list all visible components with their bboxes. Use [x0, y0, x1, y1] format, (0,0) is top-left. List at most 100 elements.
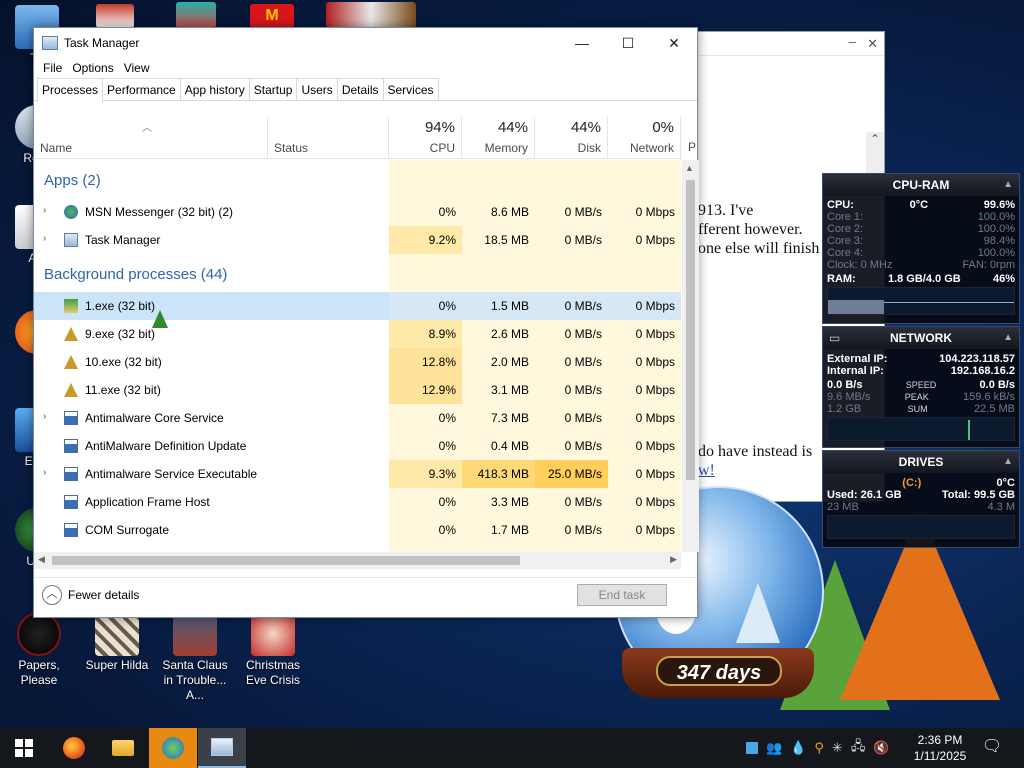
process-row[interactable]: Application Frame Host 0% 3.3 MB 0 MB/s … [34, 488, 681, 516]
drive-temp: 0°C [996, 477, 1015, 489]
column-disk[interactable]: 44% Disk [535, 117, 608, 159]
background-link[interactable]: w! [698, 462, 715, 480]
minimize-icon[interactable]: – [849, 34, 856, 49]
close-button[interactable]: ✕ [651, 28, 697, 58]
horizontal-scrollbar[interactable]: ◀ ▶ [34, 552, 681, 569]
vertical-scroll-thumb[interactable] [686, 180, 695, 480]
end-task-button[interactable]: End task [577, 584, 667, 606]
caret-up-icon[interactable]: ▲ [1003, 174, 1013, 196]
process-cpu: 0% [438, 495, 456, 509]
menu-options[interactable]: Options [67, 58, 118, 78]
process-row[interactable]: › Task Manager 9.2% 18.5 MB 0 MB/s 0 Mbp… [34, 226, 681, 254]
tab-services[interactable]: Services [382, 78, 439, 100]
network-gadget[interactable]: ▭ NETWORK ▲ External IP: 104.223.118.57 Int… [822, 326, 1020, 448]
expand-chevron-icon[interactable]: › [43, 205, 53, 216]
core-percent: 100.0% [977, 211, 1015, 223]
desktop-icon-super-hilda[interactable]: Super Hilda [80, 612, 154, 673]
ram-graph [827, 287, 1015, 315]
tab-details[interactable]: Details [336, 78, 384, 100]
desktop-icon-top-4[interactable] [326, 2, 416, 28]
process-row[interactable]: › MSN Messenger (32 bit) (2) 0% 8.6 MB 0… [34, 198, 681, 226]
vertical-scrollbar[interactable]: ▲ [682, 160, 699, 552]
snowflake-icon[interactable]: ✳ [832, 740, 843, 756]
column-name[interactable]: Name [34, 117, 268, 159]
taskbar-msn-messenger[interactable] [149, 728, 197, 768]
column-memory[interactable]: 44% Memory [462, 117, 535, 159]
caret-up-icon[interactable]: ▲ [1003, 327, 1013, 349]
horizontal-scroll-thumb[interactable] [52, 556, 520, 565]
start-button[interactable] [0, 728, 48, 768]
task-manager-titlebar[interactable]: Task Manager — ☐ ✕ [34, 28, 697, 58]
menu-bar: File Options View [34, 58, 697, 78]
process-list: Apps (2) › MSN Messenger (32 bit) (2) 0%… [34, 160, 681, 552]
taskbar-clock[interactable]: 2:36 PM 1/11/2025 [904, 732, 976, 764]
column-network[interactable]: 0% Network [608, 117, 681, 159]
process-network: 0 Mbps [635, 355, 675, 369]
tab-performance[interactable]: Performance [102, 78, 181, 100]
notification-center-icon[interactable]: 🗨 [980, 736, 1004, 760]
clock-time: 2:36 PM [917, 733, 963, 747]
drives-gadget[interactable]: DRIVES ▲ (C:) 0°C Used: 26.1 GB Total: 99.5… [822, 450, 1020, 548]
maximize-button[interactable]: ☐ [605, 28, 651, 58]
expand-chevron-icon[interactable]: › [43, 411, 53, 422]
process-row[interactable]: COM Surrogate 0% 1.7 MB 0 MB/s 0 Mbps [34, 516, 681, 544]
task-manager-window[interactable]: Task Manager — ☐ ✕ File Options View Pro… [33, 27, 699, 618]
menu-view[interactable]: View [119, 58, 155, 78]
search-tray-icon[interactable]: ⚲ [814, 740, 824, 756]
process-row[interactable]: › Antimalware Service Executable 9.3% 41… [34, 460, 681, 488]
scroll-right-arrow-icon[interactable]: ▶ [670, 554, 677, 565]
tab-app-history[interactable]: App history [179, 78, 250, 100]
process-row[interactable]: › Antimalware Core Service 0% 7.3 MB 0 M… [34, 404, 681, 432]
tab-users[interactable]: Users [296, 78, 338, 100]
gadget-title: CPU-RAM [892, 178, 950, 192]
taskbar-file-explorer[interactable] [99, 728, 147, 768]
expand-chevron-icon[interactable]: › [43, 233, 53, 244]
process-row[interactable]: AntiMalware Definition Update 0% 0.4 MB … [34, 432, 681, 460]
drop-icon[interactable]: 💧 [790, 740, 806, 756]
cpu-total-percent: 94% [424, 119, 455, 136]
app-tray-icon[interactable] [746, 742, 758, 754]
chevron-up-icon[interactable]: ︿ [42, 585, 62, 605]
volume-muted-icon[interactable]: 🔇 [873, 740, 889, 756]
network-icon[interactable]: 🖧 [851, 737, 866, 759]
caret-up-icon[interactable]: ▲ [1003, 451, 1013, 473]
desktop-icon-top-3[interactable]: M [250, 4, 294, 28]
taskbar-task-manager[interactable] [198, 728, 246, 768]
desktop-icon-papers-please[interactable]: Papers, Please [2, 612, 76, 688]
process-row[interactable]: 9.exe (32 bit) 8.9% 2.6 MB 0 MB/s 0 Mbps [34, 320, 681, 348]
people-icon[interactable]: 👥 [766, 740, 782, 756]
peak-down: 9.6 MB/s [827, 391, 871, 403]
expand-chevron-icon[interactable]: › [43, 467, 53, 478]
close-icon[interactable]: ✕ [867, 36, 878, 52]
scroll-left-arrow-icon[interactable]: ◀ [38, 554, 45, 565]
network-total-percent: 0% [652, 119, 674, 136]
desktop-icon-santa-claus[interactable]: Santa Claus in Trouble... A... [158, 612, 232, 703]
taskbar-firefox[interactable] [50, 728, 98, 768]
taskbar: 👥 💧 ⚲ ✳ 🖧 🔇 2:36 PM 1/11/2025 🗨 [0, 728, 1024, 768]
minimize-icon: — [575, 35, 589, 51]
tab-processes[interactable]: Processes [37, 78, 104, 102]
process-row[interactable]: 11.exe (32 bit) 12.9% 3.1 MB 0 MB/s 0 Mb… [34, 376, 681, 404]
menu-file[interactable]: File [38, 58, 67, 78]
pine-tree-icon [736, 583, 780, 643]
minimize-button[interactable]: — [559, 28, 605, 58]
column-cpu[interactable]: 94% CPU [389, 117, 462, 159]
process-row-selected[interactable]: 1.exe (32 bit) 0% 1.5 MB 0 MB/s 0 Mbps [34, 292, 681, 320]
background-text-line: 913. I've [698, 202, 754, 219]
process-cpu: 8.9% [389, 320, 462, 348]
fewer-details-link[interactable]: Fewer details [68, 588, 139, 602]
tab-startup[interactable]: Startup [248, 78, 298, 100]
process-disk: 0 MB/s [564, 205, 602, 219]
scroll-up-arrow-icon[interactable]: ▲ [685, 163, 694, 173]
cpu-ram-gadget[interactable]: CPU-RAM ▲ CPU: 0°C 99.6% Core 1: 100.0% Core… [822, 173, 1020, 324]
column-status[interactable]: Status [268, 117, 389, 159]
process-row[interactable]: 10.exe (32 bit) 12.8% 2.0 MB 0 MB/s 0 Mb… [34, 348, 681, 376]
external-ip: 104.223.118.57 [939, 353, 1015, 365]
column-power-partial[interactable]: P [688, 140, 696, 154]
process-name: 10.exe (32 bit) [85, 355, 162, 369]
desktop-icon-top-1[interactable] [96, 4, 134, 28]
desktop-icon-top-2[interactable] [176, 2, 216, 28]
papers-please-icon [17, 612, 61, 656]
background-window-titlebar[interactable]: – ✕ [698, 32, 884, 56]
desktop-icon-christmas-eve-crisis[interactable]: Christmas Eve Crisis [236, 612, 310, 688]
